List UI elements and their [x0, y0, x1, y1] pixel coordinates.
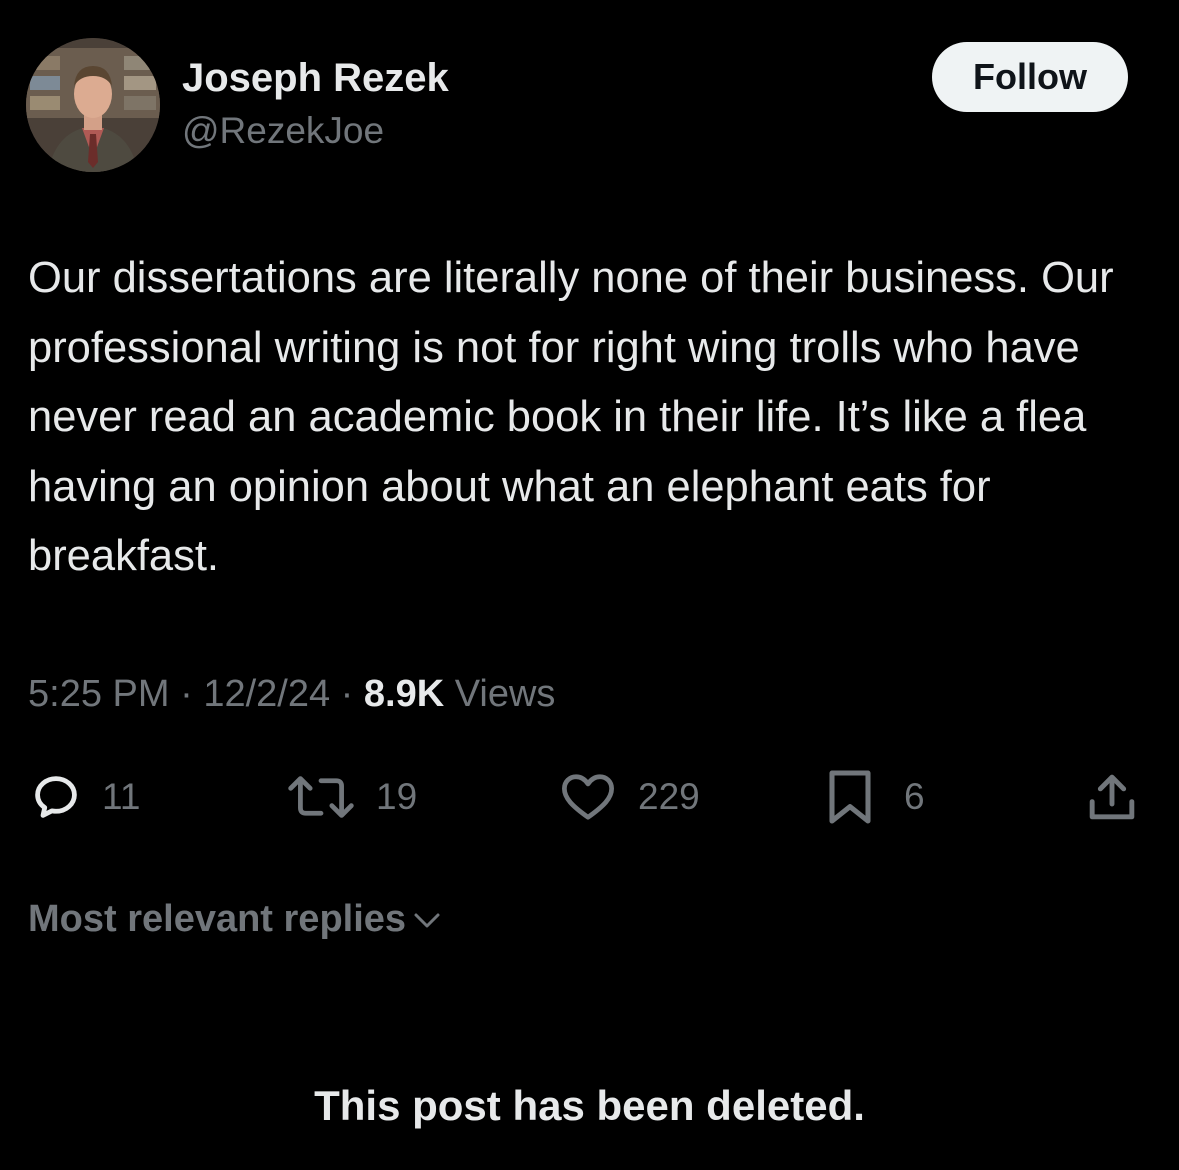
follow-button[interactable]: Follow	[932, 42, 1128, 112]
tweet-metadata: 5:25 PM · 12/2/24 · 8.9K Views	[28, 668, 555, 720]
tweet-text: Our dissertations are literally none of …	[28, 254, 1114, 580]
chevron-down-icon	[414, 913, 440, 928]
replies-sort-label: Most relevant replies	[28, 898, 407, 940]
reply-button[interactable]: 11	[30, 762, 140, 832]
like-button[interactable]: 229	[558, 762, 700, 832]
share-icon	[1089, 774, 1135, 820]
views-count: 8.9K	[363, 673, 445, 715]
reply-icon	[35, 776, 77, 818]
avatar-photo	[26, 38, 160, 172]
meta-separator: ·	[180, 673, 193, 715]
bookmark-count: 6	[904, 776, 925, 817]
heart-icon	[562, 774, 614, 820]
meta-separator: ·	[340, 673, 354, 715]
views-label: Views	[454, 673, 556, 715]
like-count: 229	[638, 776, 700, 817]
deleted-post-notice: This post has been deleted.	[314, 1082, 865, 1129]
author-display-name[interactable]: Joseph Rezek	[182, 54, 449, 102]
repost-button[interactable]: 19	[284, 762, 417, 832]
author-handle[interactable]: @RezekJoe	[182, 108, 384, 154]
bookmark-button[interactable]: 6	[826, 762, 925, 832]
replies-sort-dropdown[interactable]: Most relevant replies	[28, 893, 442, 945]
repost-icon	[288, 776, 354, 818]
tweet-time[interactable]: 5:25 PM	[28, 673, 170, 715]
avatar[interactable]	[26, 38, 160, 172]
share-button[interactable]	[1084, 762, 1140, 832]
reply-count: 11	[102, 776, 141, 817]
repost-count: 19	[376, 776, 418, 817]
action-bar: 11 19 229 6	[0, 762, 1179, 832]
tweet-date[interactable]: 12/2/24	[203, 673, 330, 715]
bookmark-icon	[829, 770, 871, 824]
